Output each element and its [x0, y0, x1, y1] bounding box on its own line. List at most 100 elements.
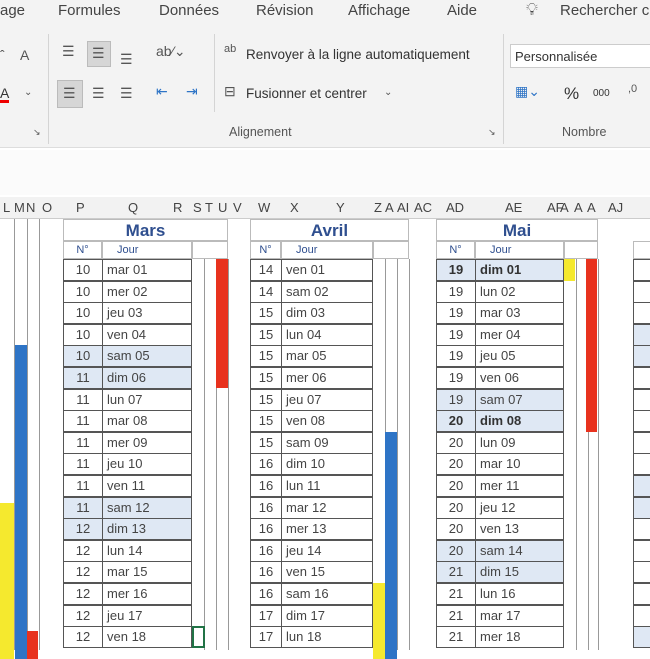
- week-number-cell[interactable]: 14: [250, 259, 282, 281]
- selected-cell[interactable]: [192, 626, 205, 648]
- day-cell[interactable]: dim 15: [475, 561, 564, 584]
- week-number-cell[interactable]: 12: [63, 626, 103, 649]
- column-header[interactable]: L: [3, 200, 10, 215]
- decrease-indent-icon[interactable]: ⇤: [156, 84, 168, 98]
- day-cell[interactable]: sam 05: [102, 345, 192, 368]
- column-header[interactable]: S: [193, 200, 202, 215]
- week-number-cell[interactable]: 16: [250, 475, 282, 497]
- column-header[interactable]: AI: [397, 200, 409, 215]
- column-header[interactable]: Q: [128, 200, 138, 215]
- column-header[interactable]: P: [76, 200, 85, 215]
- week-number-cell[interactable]: 12: [63, 561, 103, 584]
- week-number-cell[interactable]: 15: [250, 431, 282, 454]
- week-number-cell[interactable]: [633, 496, 650, 519]
- week-number-cell[interactable]: 10: [63, 323, 103, 346]
- dialog-launcher-icon[interactable]: ↘: [33, 128, 41, 137]
- week-number-cell[interactable]: 11: [63, 388, 103, 411]
- week-number-cell[interactable]: 15: [250, 388, 282, 411]
- week-number-cell[interactable]: 21: [436, 583, 476, 605]
- day-cell[interactable]: dim 01: [475, 259, 564, 281]
- chevron-down-icon[interactable]: ⌄: [384, 88, 392, 98]
- week-number-cell[interactable]: 11: [63, 475, 103, 497]
- week-number-cell[interactable]: 11: [63, 410, 103, 433]
- day-cell[interactable]: dim 08: [475, 410, 564, 433]
- increase-decimal-icon[interactable]: ,0: [628, 84, 637, 95]
- day-cell[interactable]: ven 13: [475, 518, 564, 541]
- day-cell[interactable]: lun 11: [281, 475, 373, 497]
- tab-formules[interactable]: Formules: [58, 2, 121, 19]
- column-header[interactable]: A: [574, 200, 583, 215]
- day-cell[interactable]: jeu 17: [102, 604, 192, 627]
- day-cell[interactable]: mer 06: [281, 367, 373, 389]
- day-cell[interactable]: jeu 12: [475, 496, 564, 519]
- week-number-cell[interactable]: 17: [250, 626, 282, 649]
- day-cell[interactable]: ven 18: [102, 626, 192, 649]
- week-number-cell[interactable]: 10: [63, 259, 103, 281]
- font-color-icon[interactable]: A: [0, 86, 10, 103]
- day-cell[interactable]: ven 06: [475, 367, 564, 389]
- day-cell[interactable]: lun 14: [102, 539, 192, 562]
- week-number-cell[interactable]: 16: [250, 518, 282, 541]
- day-cell[interactable]: sam 14: [475, 539, 564, 562]
- day-cell[interactable]: jeu 14: [281, 539, 373, 562]
- column-header[interactable]: W: [258, 200, 270, 215]
- week-number-cell[interactable]: [633, 388, 650, 411]
- week-number-cell[interactable]: 12: [63, 539, 103, 562]
- day-cell[interactable]: mer 02: [102, 280, 192, 303]
- week-number-cell[interactable]: 19: [436, 367, 476, 389]
- day-cell[interactable]: lun 09: [475, 431, 564, 454]
- week-number-cell[interactable]: 19: [436, 345, 476, 368]
- align-center-icon[interactable]: ☰: [92, 86, 105, 100]
- day-cell[interactable]: lun 02: [475, 280, 564, 303]
- day-cell[interactable]: mer 04: [475, 323, 564, 346]
- column-header[interactable]: AJ: [608, 200, 623, 215]
- day-cell[interactable]: mar 05: [281, 345, 373, 368]
- column-header[interactable]: AC: [414, 200, 432, 215]
- week-number-cell[interactable]: 12: [63, 604, 103, 627]
- week-number-cell[interactable]: 12: [63, 518, 103, 541]
- day-cell[interactable]: ven 01: [281, 259, 373, 281]
- accounting-format-icon[interactable]: ▦⌄: [515, 84, 540, 98]
- day-cell[interactable]: mer 18: [475, 626, 564, 649]
- week-number-cell[interactable]: 20: [436, 518, 476, 541]
- day-cell[interactable]: mar 10: [475, 453, 564, 476]
- week-number-cell[interactable]: [633, 626, 650, 649]
- chevron-down-icon[interactable]: ⌄: [24, 88, 32, 98]
- week-number-cell[interactable]: [633, 453, 650, 476]
- column-header[interactable]: X: [290, 200, 299, 215]
- week-number-cell[interactable]: [633, 583, 650, 605]
- week-number-cell[interactable]: 19: [436, 388, 476, 411]
- week-number-cell[interactable]: 21: [436, 626, 476, 649]
- week-number-cell[interactable]: 16: [250, 539, 282, 562]
- dialog-launcher-icon[interactable]: ↘: [488, 128, 496, 137]
- week-number-cell[interactable]: 16: [250, 453, 282, 476]
- week-number-cell[interactable]: 20: [436, 453, 476, 476]
- align-bottom-icon[interactable]: ☰: [120, 52, 133, 66]
- week-number-cell[interactable]: 19: [436, 280, 476, 303]
- increase-indent-icon[interactable]: ⇥: [186, 84, 198, 98]
- column-header[interactable]: Y: [336, 200, 345, 215]
- day-cell[interactable]: dim 13: [102, 518, 192, 541]
- week-number-cell[interactable]: [633, 259, 650, 281]
- column-header[interactable]: A: [560, 200, 569, 215]
- column-header[interactable]: A: [385, 200, 394, 215]
- week-number-cell[interactable]: [633, 280, 650, 303]
- week-number-cell[interactable]: 21: [436, 561, 476, 584]
- column-header[interactable]: U: [218, 200, 227, 215]
- week-number-cell[interactable]: [633, 561, 650, 584]
- week-number-cell[interactable]: [633, 302, 650, 325]
- week-number-cell[interactable]: 20: [436, 496, 476, 519]
- day-cell[interactable]: mer 13: [281, 518, 373, 541]
- column-header[interactable]: O: [42, 200, 52, 215]
- week-number-cell[interactable]: 15: [250, 367, 282, 389]
- day-cell[interactable]: sam 07: [475, 388, 564, 411]
- column-header[interactable]: V: [233, 200, 242, 215]
- number-format-select[interactable]: Personnalisée: [510, 44, 650, 68]
- week-number-cell[interactable]: 19: [436, 259, 476, 281]
- week-number-cell[interactable]: 20: [436, 410, 476, 433]
- day-cell[interactable]: lun 18: [281, 626, 373, 649]
- orientation-icon[interactable]: ab⁄⌄: [156, 44, 186, 58]
- day-cell[interactable]: lun 04: [281, 323, 373, 346]
- day-cell[interactable]: dim 17: [281, 604, 373, 627]
- merge-center-button[interactable]: Fusionner et centrer: [246, 86, 367, 101]
